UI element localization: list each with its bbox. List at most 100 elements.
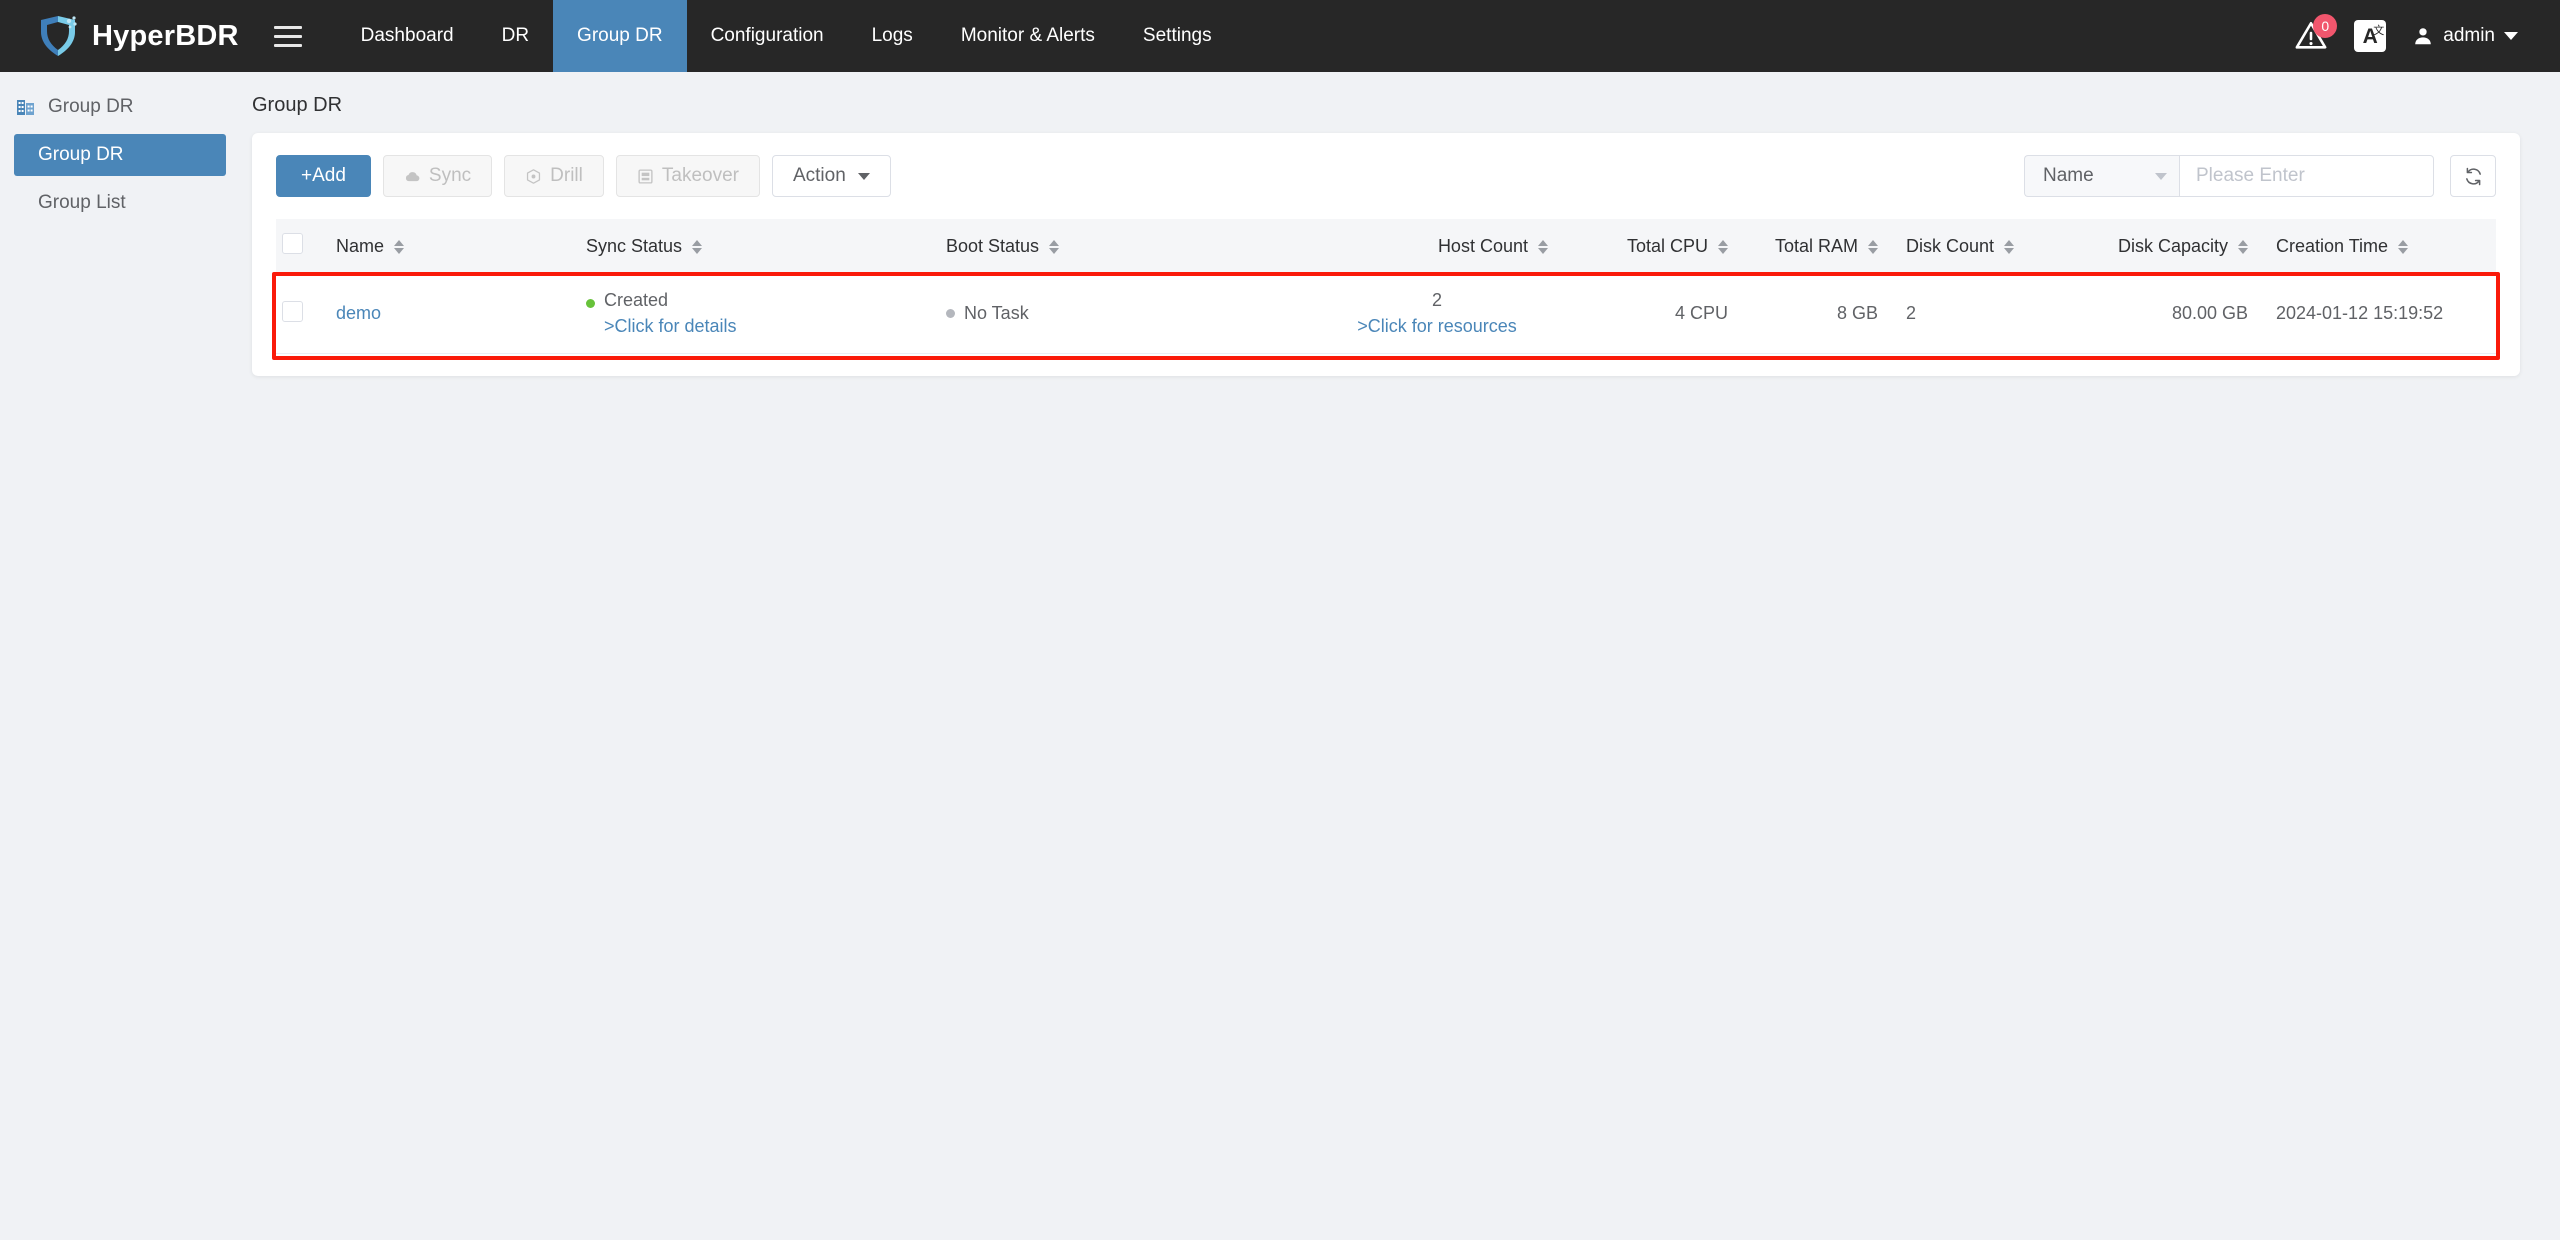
- column-label: Host Count: [1437, 235, 1528, 256]
- column-label: Name: [336, 235, 385, 256]
- takeover-server-icon: [638, 168, 653, 184]
- column-label: Creation Time: [2276, 235, 2389, 256]
- nav-item-group-dr[interactable]: Group DR: [553, 0, 687, 72]
- boot-status-dot: [946, 309, 955, 319]
- sort-toggle-icon[interactable]: [1868, 239, 1878, 254]
- user-menu[interactable]: admin: [2412, 25, 2518, 47]
- shield-logo-icon: [41, 16, 77, 56]
- hamburger-line: [273, 43, 302, 47]
- nav-item-logs[interactable]: Logs: [848, 0, 937, 72]
- language-glyph: 文: [2373, 25, 2385, 37]
- sidebar-group-title: Group DR: [48, 96, 134, 117]
- sort-toggle-icon[interactable]: [1538, 239, 1548, 254]
- sidebar-group-header: Group DR: [0, 86, 240, 128]
- page-body: Group DR Group DR Group List Group DR +A…: [0, 72, 2560, 1240]
- refresh-button[interactable]: [2450, 155, 2496, 197]
- column-header-creation-time[interactable]: Creation Time: [2270, 219, 2496, 274]
- page-title: Group DR: [252, 94, 343, 116]
- table-row[interactable]: demo Created >Click for details No Task …: [276, 273, 2496, 355]
- top-navigation-bar: HyperBDR Dashboard DR Group DR Configura…: [0, 0, 2560, 72]
- sort-toggle-icon[interactable]: [394, 239, 405, 254]
- sort-toggle-icon[interactable]: [692, 239, 703, 254]
- column-header-total-ram[interactable]: Total RAM: [1750, 219, 1900, 274]
- search-area: Name: [2024, 155, 2496, 197]
- user-name-label: admin: [2443, 25, 2495, 46]
- search-field-select[interactable]: Name: [2024, 155, 2179, 197]
- column-header-sync-status[interactable]: Sync Status: [580, 219, 940, 274]
- column-header-disk-capacity[interactable]: Disk Capacity: [2060, 219, 2270, 274]
- sort-toggle-icon[interactable]: [2238, 239, 2248, 254]
- chevron-down-icon: [2155, 172, 2167, 180]
- nav-item-dashboard[interactable]: Dashboard: [337, 0, 478, 72]
- user-avatar-icon: [2415, 28, 2432, 45]
- nav-item-settings[interactable]: Settings: [1119, 0, 1236, 72]
- group-dr-card: +Add Sync Drill Takeover Action Name Ple…: [252, 133, 2520, 377]
- cell-creation-time: 2024-01-12 15:19:52: [2270, 273, 2496, 355]
- main-nav: Dashboard DR Group DR Configuration Logs…: [337, 0, 1236, 72]
- main-content: Group DR +Add Sync Drill Takeover Action…: [240, 72, 2560, 1240]
- sync-status-details-link[interactable]: >Click for details: [604, 314, 737, 340]
- select-all-checkbox[interactable]: [282, 233, 303, 254]
- column-header-total-cpu[interactable]: Total CPU: [1570, 219, 1750, 274]
- search-input[interactable]: [2196, 165, 2441, 187]
- host-resources-link[interactable]: >Click for resources: [1357, 314, 1517, 340]
- brand-name: HyperBDR: [92, 19, 239, 52]
- row-select-cell: [276, 273, 330, 355]
- takeover-button-label: Takeover: [661, 165, 739, 186]
- row-checkbox[interactable]: [282, 300, 303, 322]
- group-dr-table-wrapper: Name Sync Status Boot Status Host Count …: [272, 219, 2500, 360]
- hamburger-menu-icon[interactable]: [257, 0, 319, 72]
- column-header-disk-count[interactable]: Disk Count: [1900, 219, 2060, 274]
- sidebar-item-group-list[interactable]: Group List: [14, 182, 226, 224]
- sync-status-label: Created: [604, 290, 669, 310]
- column-label: Total CPU: [1626, 235, 1708, 256]
- sidebar-item-group-dr[interactable]: Group DR: [14, 134, 226, 176]
- sort-toggle-icon[interactable]: [2398, 239, 2409, 254]
- brand-logo[interactable]: HyperBDR: [0, 0, 257, 72]
- column-header-name[interactable]: Name: [330, 219, 580, 274]
- group-name-link[interactable]: demo: [336, 303, 381, 323]
- cell-boot-status: No Task: [940, 273, 1320, 355]
- sync-button-label: Sync: [428, 165, 472, 186]
- nav-item-dr[interactable]: DR: [478, 0, 553, 72]
- cell-total-cpu: 4 CPU: [1570, 273, 1750, 355]
- sidebar: Group DR Group DR Group List: [0, 72, 240, 1240]
- search-input-wrapper: [2179, 155, 2441, 197]
- refresh-icon: [2465, 167, 2481, 185]
- cloud-sync-icon: [405, 171, 420, 181]
- drill-button-label: Drill: [550, 165, 583, 186]
- cell-total-ram: 8 GB: [1750, 273, 1900, 355]
- language-switch-button[interactable]: A 文: [2354, 20, 2387, 52]
- column-label: Boot Status: [946, 235, 1040, 256]
- select-all-cell: [276, 219, 330, 274]
- action-button-label: Action: [792, 165, 846, 186]
- host-count-value: 2: [1431, 290, 1442, 310]
- add-button[interactable]: +Add: [276, 155, 371, 197]
- drill-button[interactable]: Drill: [504, 155, 604, 197]
- column-header-boot-status[interactable]: Boot Status: [940, 219, 1320, 274]
- cell-host-count: 2 >Click for resources: [1320, 273, 1570, 355]
- column-header-host-count[interactable]: Host Count: [1320, 219, 1570, 274]
- column-label: Disk Count: [1906, 235, 1995, 256]
- nav-item-configuration[interactable]: Configuration: [687, 0, 848, 72]
- table-header-row: Name Sync Status Boot Status Host Count …: [276, 219, 2496, 274]
- topbar-right-actions: 0 A 文 admin: [2294, 0, 2560, 72]
- drill-share-icon: [527, 168, 541, 184]
- column-label: Disk Capacity: [2117, 235, 2228, 256]
- sort-toggle-icon[interactable]: [2004, 239, 2015, 254]
- building-icon: [17, 100, 34, 115]
- alert-count-badge: 0: [2313, 14, 2338, 38]
- nav-item-monitor-alerts[interactable]: Monitor & Alerts: [937, 0, 1119, 72]
- sort-toggle-icon[interactable]: [1718, 239, 1728, 254]
- cell-disk-count: 2: [1900, 273, 2060, 355]
- takeover-button[interactable]: Takeover: [615, 155, 760, 197]
- chevron-down-icon: [2504, 32, 2518, 40]
- sync-button[interactable]: Sync: [382, 155, 493, 197]
- sort-toggle-icon[interactable]: [1049, 239, 1060, 254]
- table-toolbar: +Add Sync Drill Takeover Action Name Ple…: [276, 155, 2496, 197]
- boot-status-label: No Task: [964, 303, 1029, 324]
- action-dropdown-button[interactable]: Action: [771, 155, 891, 197]
- alert-button[interactable]: 0: [2294, 14, 2338, 53]
- sync-status-dot: [586, 299, 595, 308]
- group-dr-table: Name Sync Status Boot Status Host Count …: [276, 219, 2496, 355]
